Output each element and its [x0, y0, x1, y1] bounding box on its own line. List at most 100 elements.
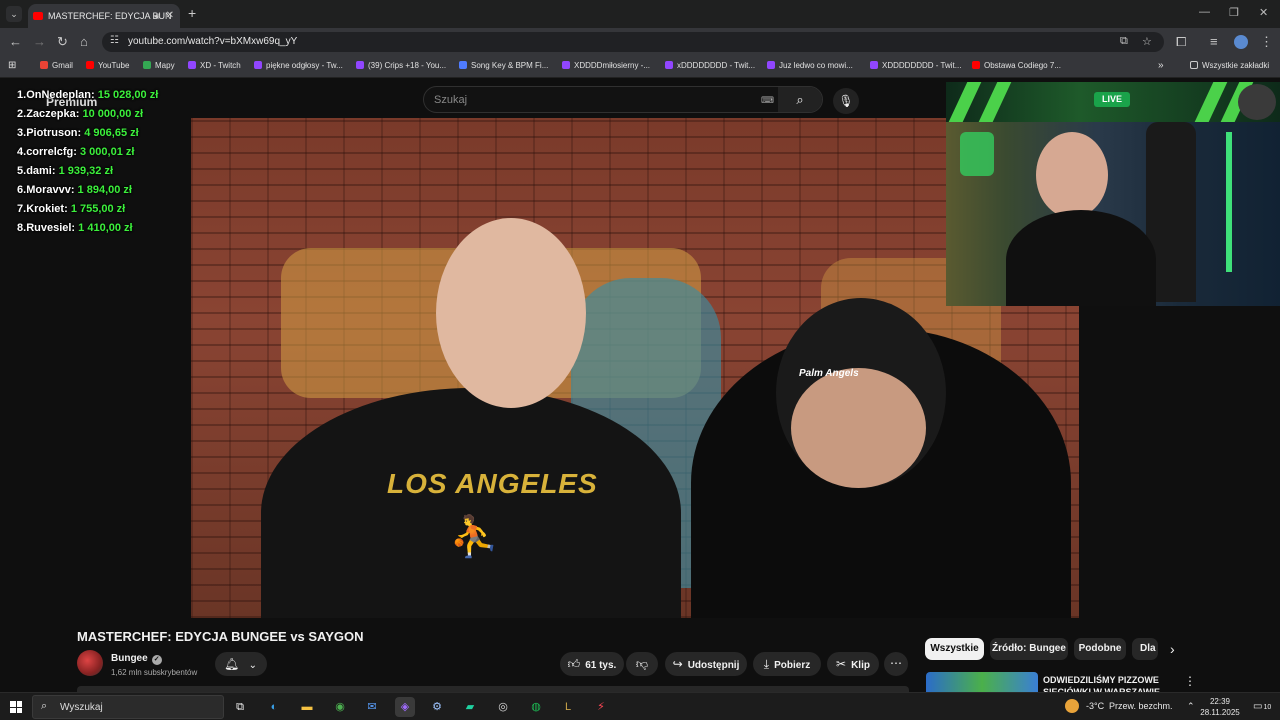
- task-view-icon[interactable]: ⧉: [230, 697, 250, 717]
- extensions-icon[interactable]: ⧠: [1176, 34, 1186, 50]
- bookmark-twitch-2[interactable]: piękne odgłosy - Tw...: [254, 61, 343, 70]
- keyboard-icon[interactable]: ⌨: [761, 95, 774, 106]
- microphone-icon[interactable]: 🎙︎: [833, 88, 859, 114]
- windows-taskbar: ⌕ Wyszukaj ⧉ ◐ ▬ ◉ ✉ ◈ ⚙ ▰ ◎ ◍ L ⚡︎ -3°C…: [0, 692, 1280, 720]
- windows-start-icon[interactable]: [10, 701, 22, 713]
- close-tab-icon[interactable]: ✕: [166, 4, 174, 28]
- chip-all[interactable]: Wszystkie: [925, 638, 984, 660]
- subscription-bell-button[interactable]: 🔔︎ ⌄: [215, 652, 267, 676]
- bookmark-songkey[interactable]: Song Key & BPM Fi...: [459, 61, 548, 70]
- league-icon[interactable]: L: [558, 697, 578, 717]
- donor-name: Moravvv:: [26, 184, 75, 196]
- tray-chevron-icon[interactable]: ⌃: [1187, 701, 1195, 712]
- restore-icon[interactable]: ❐: [1229, 6, 1239, 19]
- twitch-icon: [254, 61, 262, 69]
- bookmark-twitch-7[interactable]: XDDDDDDDD - Twit...: [870, 61, 961, 70]
- mail-icon[interactable]: ✉: [362, 697, 382, 717]
- chip-source[interactable]: Źródło: Bungee: [990, 638, 1068, 660]
- chevron-right-icon[interactable]: ›: [1170, 641, 1175, 657]
- share-button[interactable]: ↪ Udostępnij: [665, 652, 747, 676]
- nvidia-icon[interactable]: ▰: [460, 697, 480, 717]
- install-app-icon[interactable]: ⧉: [1120, 35, 1128, 48]
- bookmark-youtube[interactable]: YouTube: [86, 61, 129, 70]
- recommended-title[interactable]: ODWIEDZILIŚMY PIZZOWE SIECIÓWKI W WARSZA…: [1043, 674, 1163, 692]
- bookmark-maps[interactable]: Mapy: [143, 61, 175, 70]
- window-close-icon[interactable]: ✕: [1259, 6, 1268, 19]
- donation-amount: 1 939,32 zł: [58, 165, 114, 177]
- video-title: MASTERCHEF: EDYCJA BUNGEE vs SAYGON: [77, 629, 364, 644]
- dislike-button[interactable]: 👎︎: [626, 652, 658, 676]
- chip-for-you[interactable]: Dla: [1132, 638, 1158, 660]
- recommended-menu-icon[interactable]: ⋮: [1184, 674, 1196, 688]
- chrome-icon[interactable]: ◉: [330, 697, 350, 717]
- search-input[interactable]: Szukaj: [434, 94, 467, 106]
- leaderboard-row: 2.Zaczepka: 10 000,00 zł: [17, 108, 158, 127]
- channel-name[interactable]: Bungee: [111, 653, 148, 664]
- site-info-icon[interactable]: ☷: [110, 35, 119, 46]
- bookmark-label: (39) Crips +18 - You...: [368, 61, 447, 70]
- bell-icon: 🔔︎: [224, 657, 240, 671]
- overlay-banner: LIVE: [946, 82, 1280, 122]
- search-button[interactable]: ⌕: [778, 87, 822, 112]
- channel-avatar[interactable]: [77, 650, 103, 676]
- chip-related[interactable]: Podobne: [1074, 638, 1126, 660]
- browser-menu-icon[interactable]: ⋮: [1260, 34, 1273, 50]
- weather-icon[interactable]: [1065, 699, 1079, 713]
- download-icon: ⤓: [763, 657, 770, 671]
- speaker-icon[interactable]: 🔊︎: [154, 4, 160, 28]
- like-button[interactable]: 👍︎ 61 tys.: [560, 652, 624, 676]
- forward-icon[interactable]: →: [33, 34, 46, 49]
- discord-icon[interactable]: ◈: [395, 697, 415, 717]
- bookmark-label: XD - Twitch: [200, 61, 241, 70]
- donation-amount: 10 000,00 zł: [82, 108, 144, 120]
- bookmark-twitch-5[interactable]: xDDDDDDDD - Twit...: [665, 61, 755, 70]
- tab-search-button[interactable]: ⌄: [6, 6, 22, 22]
- address-bar[interactable]: ☷ youtube.com/watch?v=bXMxw69q_yY ⧉ ☆: [102, 32, 1164, 52]
- file-explorer-icon[interactable]: ▬: [297, 697, 317, 717]
- bookmark-label: Gmail: [52, 61, 73, 70]
- new-tab-button[interactable]: +: [188, 5, 196, 21]
- reload-icon[interactable]: ↻: [57, 34, 68, 50]
- taskbar-search[interactable]: ⌕ Wyszukaj: [32, 695, 224, 719]
- reading-list-icon[interactable]: ≡: [1210, 34, 1218, 49]
- rank: 8.: [17, 222, 27, 234]
- profile-avatar[interactable]: [1234, 35, 1248, 49]
- donor-name: OnNedeplan:: [26, 89, 95, 101]
- search-box[interactable]: Szukaj ⌨ ⌕: [423, 86, 823, 113]
- like-count: 61 tys.: [585, 660, 617, 671]
- edge-icon[interactable]: ◐: [264, 697, 284, 717]
- clip-button[interactable]: ✂ Klip: [827, 652, 879, 676]
- person-left-head: [436, 218, 586, 408]
- more-bookmarks-icon[interactable]: »: [1158, 60, 1164, 71]
- more-actions-icon[interactable]: ⋯: [884, 652, 908, 676]
- minimize-icon[interactable]: —: [1199, 6, 1210, 18]
- browser-tab-active[interactable]: MASTERCHEF: EDYCJA BUN 🔊︎ ✕: [28, 4, 180, 28]
- download-button[interactable]: ⤓ Pobierz: [753, 652, 821, 676]
- valorant-icon[interactable]: ⚡︎: [591, 697, 611, 717]
- channel-name-row[interactable]: Bungee ✓: [111, 653, 162, 665]
- bookmark-twitch-6[interactable]: Juz ledwo co mowi...: [767, 61, 853, 70]
- system-clock[interactable]: 22:39 28.11.2025: [1198, 696, 1242, 718]
- steam-icon[interactable]: ⚙: [427, 697, 447, 717]
- obs-icon[interactable]: ◎: [493, 697, 513, 717]
- notification-center[interactable]: ▭10: [1253, 701, 1271, 712]
- search-icon: ⌕: [41, 700, 48, 712]
- bookmark-gmail[interactable]: Gmail: [40, 61, 73, 70]
- bookmark-star-icon[interactable]: ☆: [1142, 35, 1152, 48]
- spotify-icon[interactable]: ◍: [526, 697, 546, 717]
- bookmark-youtube-2[interactable]: Obstawa Codiego 7...: [972, 61, 1061, 70]
- twitch-icon: [665, 61, 673, 69]
- apps-grid-icon[interactable]: ⊞: [8, 60, 16, 71]
- bookmark-twitch-3[interactable]: (39) Crips +18 - You...: [356, 61, 446, 70]
- bookmark-twitch-4[interactable]: XDDDDmiłosierny -...: [562, 61, 650, 70]
- back-icon[interactable]: ←: [9, 34, 22, 49]
- recommended-thumbnail[interactable]: [926, 672, 1038, 692]
- clock-date: 28.11.2025: [1200, 708, 1240, 717]
- scissors-icon: ✂: [836, 657, 847, 671]
- all-bookmarks-folder[interactable]: Wszystkie zakładki: [1190, 61, 1269, 70]
- home-icon[interactable]: ⌂: [80, 34, 88, 49]
- bookmark-label: Song Key & BPM Fi...: [471, 61, 549, 70]
- bookmark-twitch-1[interactable]: XD - Twitch: [188, 61, 241, 70]
- weather-description[interactable]: Przew. bezchm.: [1109, 701, 1173, 711]
- weather-temp[interactable]: -3°C: [1086, 701, 1104, 711]
